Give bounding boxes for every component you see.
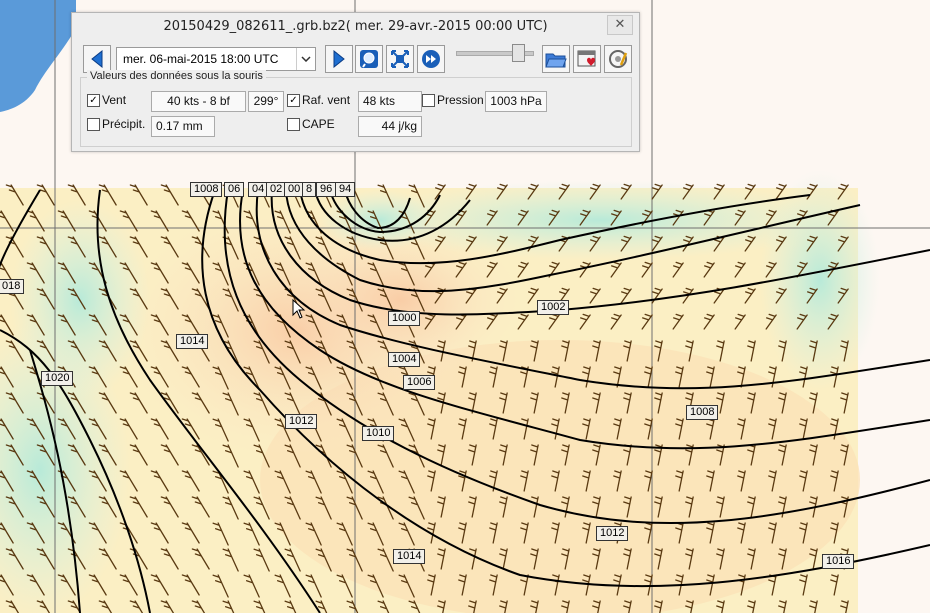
settings-icon — [609, 50, 628, 68]
precip-label: Précipit. — [102, 117, 146, 131]
precip-value: 0.17 mm — [151, 116, 215, 137]
isobar-label: 1000 — [388, 311, 421, 326]
wind-direction-value: 299° — [248, 91, 284, 112]
cape-label: CAPE — [302, 117, 335, 131]
left-triangle-icon — [91, 50, 103, 68]
heart-calendar-icon — [577, 50, 596, 67]
next-date-button[interactable] — [325, 45, 353, 73]
mouse-values-group: Valeurs des données sous la souris ✓ Ven… — [80, 70, 632, 147]
isobar-label: 06 — [224, 182, 245, 197]
close-button[interactable]: ✕ — [607, 15, 633, 35]
zoom-button[interactable] — [355, 45, 383, 73]
precip-checkbox[interactable] — [87, 118, 100, 131]
settings-button[interactable] — [604, 45, 632, 73]
wind-label: Vent — [102, 93, 127, 107]
open-folder-icon — [545, 53, 567, 68]
isobar-label: 1008 — [190, 182, 223, 197]
chevron-down-icon — [296, 48, 315, 70]
date-select-value: mer. 06-mai-2015 18:00 UTC — [123, 52, 279, 66]
isobar-label: 1012 — [596, 526, 629, 541]
fit-view-button[interactable] — [386, 45, 414, 73]
pressure-value: 1003 hPa — [485, 91, 547, 112]
isobar-label: 8 — [302, 182, 317, 197]
isobar-label: 1020 — [41, 371, 74, 386]
time-slider-thumb[interactable] — [512, 44, 526, 62]
isobar-label: 1010 — [362, 426, 395, 441]
isobar-label: 1012 — [285, 414, 318, 429]
pressure-checkbox[interactable] — [422, 94, 435, 107]
window-title: 20150429_082611_.grb.bz2( mer. 29-avr.-2… — [163, 19, 548, 34]
date-select[interactable]: mer. 06-mai-2015 18:00 UTC — [116, 47, 316, 71]
isobar-label: 1014 — [393, 549, 426, 564]
right-triangle-icon — [333, 50, 345, 68]
fast-forward-icon — [422, 50, 440, 68]
cape-value: 44 j/kg — [358, 116, 422, 137]
wind-speed-value: 40 kts - 8 bf — [151, 91, 246, 112]
fullscreen-icon — [391, 50, 409, 68]
mouse-cursor-icon — [292, 299, 306, 319]
isobar-label: 1002 — [537, 300, 570, 315]
wind-checkbox[interactable]: ✓ — [87, 94, 100, 107]
gust-label: Raf. vent — [302, 93, 351, 107]
isobar-label: 94 — [335, 182, 356, 197]
data-window[interactable]: 20150429_082611_.grb.bz2( mer. 29-avr.-2… — [71, 12, 640, 152]
isobar-label: 1008 — [686, 405, 719, 420]
isobar-label: 96 — [316, 182, 337, 197]
cape-checkbox[interactable] — [287, 118, 300, 131]
pressure-label: Pression — [437, 93, 484, 107]
favorites-button[interactable] — [573, 45, 601, 73]
isobar-label: 1004 — [388, 352, 421, 367]
isobar-label: 1016 — [822, 554, 855, 569]
gust-value: 48 kts — [358, 91, 422, 112]
gust-checkbox[interactable]: ✓ — [287, 94, 300, 107]
open-file-button[interactable] — [542, 45, 570, 73]
previous-date-button[interactable] — [83, 45, 111, 73]
play-button[interactable] — [417, 45, 445, 73]
isobar-label: 018 — [0, 279, 25, 294]
isobar-label: 1006 — [403, 375, 436, 390]
group-legend: Valeurs des données sous la souris — [87, 70, 266, 82]
isobar-label: 1014 — [176, 334, 209, 349]
magnifier-icon — [360, 50, 378, 68]
